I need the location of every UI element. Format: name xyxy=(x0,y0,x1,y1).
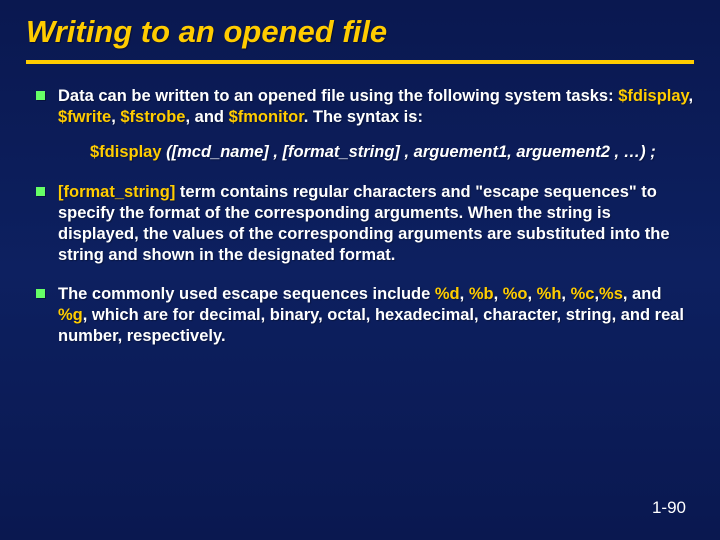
bullet-item: The commonly used escape sequences inclu… xyxy=(32,284,694,347)
slide: Writing to an opened file Data can be wr… xyxy=(0,0,720,540)
slide-title: Writing to an opened file xyxy=(26,14,694,50)
body-text: , and xyxy=(185,108,228,126)
body-text: Data can be written to an opened file us… xyxy=(58,87,618,105)
body-text: , xyxy=(689,87,694,105)
format-string-term: [format_string] xyxy=(58,183,175,201)
task-name: $fstrobe xyxy=(120,108,185,126)
body-text: , xyxy=(111,108,120,126)
syntax-keyword: $fdisplay xyxy=(90,143,162,161)
task-name: $fwrite xyxy=(58,108,111,126)
body-text: , xyxy=(494,285,503,303)
escape-seq: %g xyxy=(58,306,83,324)
escape-seq: %d xyxy=(435,285,460,303)
escape-seq: %b xyxy=(469,285,494,303)
bullet-list: Data can be written to an opened file us… xyxy=(26,86,694,347)
syntax-line: $fdisplay ([mcd_name] , [format_string] … xyxy=(90,142,694,163)
escape-seq: %c xyxy=(571,285,595,303)
slide-number: 1-90 xyxy=(652,498,686,518)
escape-seq: %o xyxy=(503,285,528,303)
body-text: , xyxy=(527,285,536,303)
body-text: , and xyxy=(623,285,662,303)
escape-seq: %s xyxy=(599,285,623,303)
bullet-item: [format_string] term contains regular ch… xyxy=(32,182,694,266)
title-underline xyxy=(26,60,694,64)
bullet-item: Data can be written to an opened file us… xyxy=(32,86,694,164)
task-name: $fmonitor xyxy=(229,108,304,126)
body-text: The commonly used escape sequences inclu… xyxy=(58,285,435,303)
body-text: . The syntax is: xyxy=(304,108,423,126)
syntax-args: ([mcd_name] , [format_string] , arguemen… xyxy=(162,143,656,161)
escape-seq: %h xyxy=(537,285,562,303)
body-text: , xyxy=(561,285,570,303)
body-text: , which are for decimal, binary, octal, … xyxy=(58,306,684,345)
task-name: $fdisplay xyxy=(618,87,688,105)
body-text: , xyxy=(460,285,469,303)
